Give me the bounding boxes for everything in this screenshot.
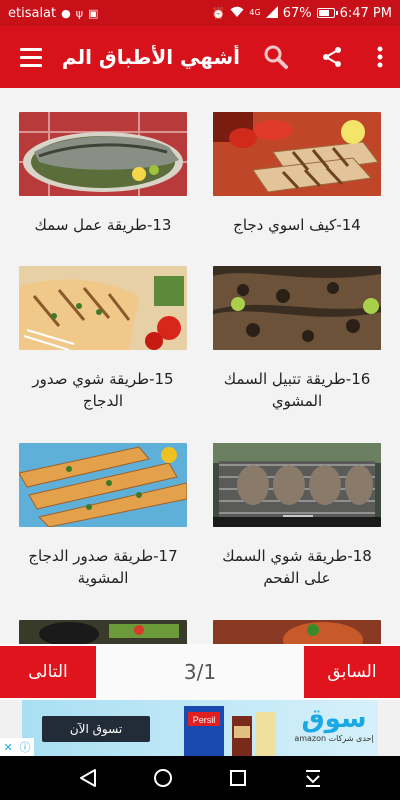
ad-shop-now-button[interactable]: تسوق الآن xyxy=(42,716,150,742)
previous-button[interactable]: السابق xyxy=(304,646,400,698)
recipe-thumbnail xyxy=(19,620,187,644)
recipe-title: 18-طريقة شوي السمك على الفحم xyxy=(222,547,372,587)
recents-icon[interactable] xyxy=(216,756,260,800)
ad-product-name: Persil xyxy=(193,715,216,725)
close-icon[interactable]: ✕ xyxy=(3,741,12,754)
notification-icon: ● xyxy=(61,6,71,20)
recipe-thumbnail xyxy=(213,620,381,644)
recipe-title: 17-طريقة صدور الدجاج المشوية xyxy=(28,547,178,587)
recipe-title: 15-طريقة شوي صدور الدجاج xyxy=(32,370,174,410)
recipe-card[interactable]: 15-طريقة شوي صدور الدجاج xyxy=(19,266,189,412)
adchoices-badge[interactable]: ✕ ⓘ xyxy=(0,738,34,756)
status-bar: etisalat ● ψ ▣ ⏰ 4G 67% 6:47 PM xyxy=(0,0,400,26)
ad-creative[interactable]: تسوق الآن Persil سوق إحدى شركات amazon xyxy=(22,700,378,756)
ad-products-image: Persil xyxy=(184,702,276,756)
search-icon[interactable] xyxy=(248,26,304,88)
recipe-card[interactable]: 18-طريقة شوي السمك على الفحم xyxy=(213,443,383,589)
recipe-title: 13-طريقة عمل سمك xyxy=(34,216,172,234)
info-icon[interactable]: ⓘ xyxy=(20,739,31,755)
carrier-name: etisalat xyxy=(8,5,57,21)
network-type: 4G xyxy=(249,8,261,17)
recipe-grid: 14-كيف اسوي دجاج 13-طريقة عمل سمك 16-طري… xyxy=(0,88,400,644)
alarm-icon: ⏰ xyxy=(211,6,226,20)
recipe-title: 16-طريقة تتبيل السمك المشوي xyxy=(223,370,371,410)
recipe-card[interactable]: 14-كيف اسوي دجاج xyxy=(213,112,383,236)
next-button[interactable]: التالى xyxy=(0,646,96,698)
ad-brand-logo: سوق xyxy=(301,704,367,734)
back-icon[interactable] xyxy=(66,756,110,800)
recipe-card[interactable]: 13-طريقة عمل سمك xyxy=(19,112,189,236)
battery-percent: 67% xyxy=(282,5,312,21)
pagination-bar: التالى 3/1 السابق xyxy=(0,644,400,700)
recipe-thumbnail xyxy=(19,266,187,350)
home-icon[interactable] xyxy=(141,756,185,800)
battery-icon xyxy=(316,8,338,18)
ad-brand-sub: إحدى شركات amazon xyxy=(294,734,374,743)
clock: 6:47 PM xyxy=(339,5,392,21)
app-bar: أشهي الأطباق الم... xyxy=(0,26,400,88)
usb-icon: ψ xyxy=(75,6,83,20)
recipe-thumbnail xyxy=(213,112,381,196)
signal-icon xyxy=(265,6,278,20)
recipe-thumbnail xyxy=(213,443,381,527)
recipe-thumbnail xyxy=(19,112,187,196)
recipe-thumbnail xyxy=(213,266,381,350)
more-vert-icon[interactable] xyxy=(360,26,400,88)
recipe-card[interactable]: 17-طريقة صدور الدجاج المشوية xyxy=(19,443,189,589)
menu-icon[interactable] xyxy=(0,26,62,88)
recipe-card[interactable]: 16-طريقة تتبيل السمك المشوي xyxy=(213,266,383,412)
share-icon[interactable] xyxy=(304,26,360,88)
app-screen: etisalat ● ψ ▣ ⏰ 4G 67% 6:47 PM أشهي الأ… xyxy=(0,0,400,800)
recipe-thumbnail xyxy=(19,443,187,527)
page-indicator: 3/1 xyxy=(183,660,217,684)
system-nav-bar xyxy=(0,756,400,800)
page-title: أشهي الأطباق الم... xyxy=(62,45,240,69)
recipe-title: 14-كيف اسوي دجاج xyxy=(233,216,361,234)
picture-icon: ▣ xyxy=(88,6,99,20)
notification-pull-icon[interactable] xyxy=(291,756,335,800)
wifi-icon xyxy=(230,6,244,20)
recipe-card[interactable] xyxy=(19,620,189,644)
ad-banner[interactable]: تسوق الآن Persil سوق إحدى شركات amazon ✕… xyxy=(0,700,400,756)
recipe-card[interactable] xyxy=(213,620,383,644)
